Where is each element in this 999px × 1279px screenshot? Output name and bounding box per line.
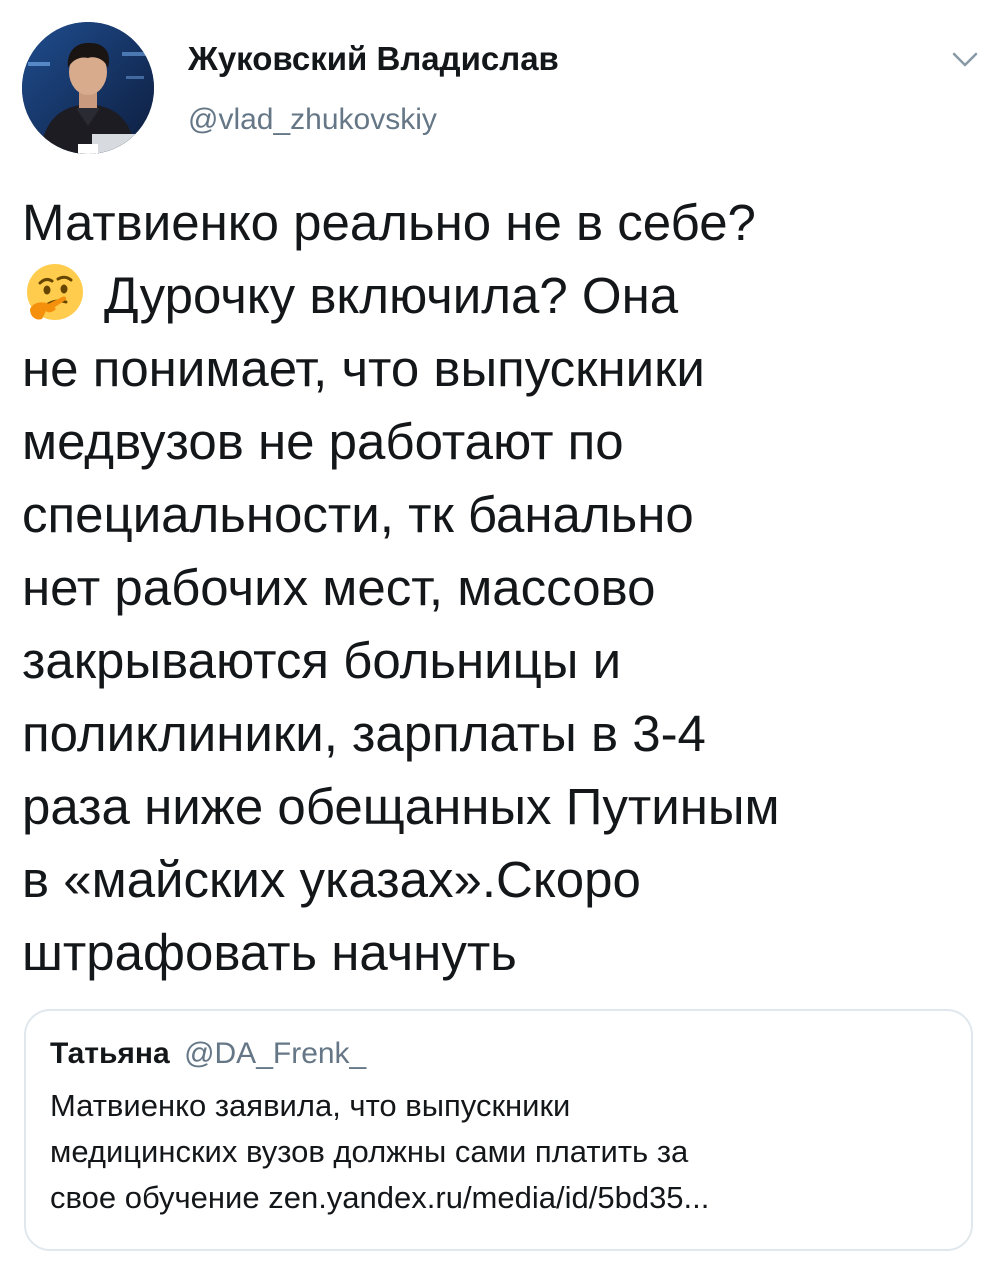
quoted-tweet-header: Татьяна @DA_Frenk_: [50, 1037, 366, 1071]
tweet-text-line: Дурочку включила? Она: [104, 267, 679, 324]
tweet-text-line: не понимает, что выпускники: [22, 340, 705, 397]
tweet-text: Матвиенко реально не в себе? Дурочку вкл…: [22, 186, 922, 989]
author-handle[interactable]: @vlad_zhukovskiy: [188, 103, 437, 137]
quoted-tweet-line: свое обучение zen.yandex.ru/media/id/5bd…: [50, 1180, 710, 1215]
quoted-author-name: Татьяна: [50, 1037, 170, 1070]
tweet-text-line: медвузов не работают по: [22, 413, 624, 470]
tweet-text-line: Матвиенко реально не в себе?: [22, 194, 756, 251]
avatar[interactable]: [22, 22, 154, 154]
quoted-tweet-line: медицинских вузов должны сами платить за: [50, 1134, 689, 1169]
chevron-down-icon[interactable]: [950, 48, 980, 72]
tweet-text-line: нет рабочих мест, массово: [22, 559, 656, 616]
tweet-text-line: специальности, тк банально: [22, 486, 694, 543]
tweet-text-line: штрафовать начнуть: [22, 924, 517, 981]
quoted-author-handle: @DA_Frenk_: [184, 1037, 367, 1070]
tweet: Жуковский Владислав @vlad_zhukovskiy Мат…: [0, 0, 999, 1279]
tweet-text-line: закрываются больницы и: [22, 632, 622, 689]
tweet-text-line: поликлиники, зарплаты в 3-4: [22, 705, 706, 762]
tweet-text-line: в «майских указах».Скоро: [22, 851, 641, 908]
tweet-text-line: раза ниже обещанных Путиным: [22, 778, 780, 835]
quoted-tweet[interactable]: Татьяна @DA_Frenk_ Матвиенко заявила, чт…: [24, 1009, 973, 1251]
quoted-tweet-text: Матвиенко заявила, что выпускники медици…: [50, 1083, 950, 1221]
thinking-face-icon: [22, 259, 88, 325]
tweet-text-line-with-emoji: Дурочку включила? Она: [22, 259, 922, 332]
quoted-tweet-line: Матвиенко заявила, что выпускники: [50, 1088, 571, 1123]
avatar-image: [22, 22, 154, 154]
author-name[interactable]: Жуковский Владислав: [188, 40, 559, 78]
